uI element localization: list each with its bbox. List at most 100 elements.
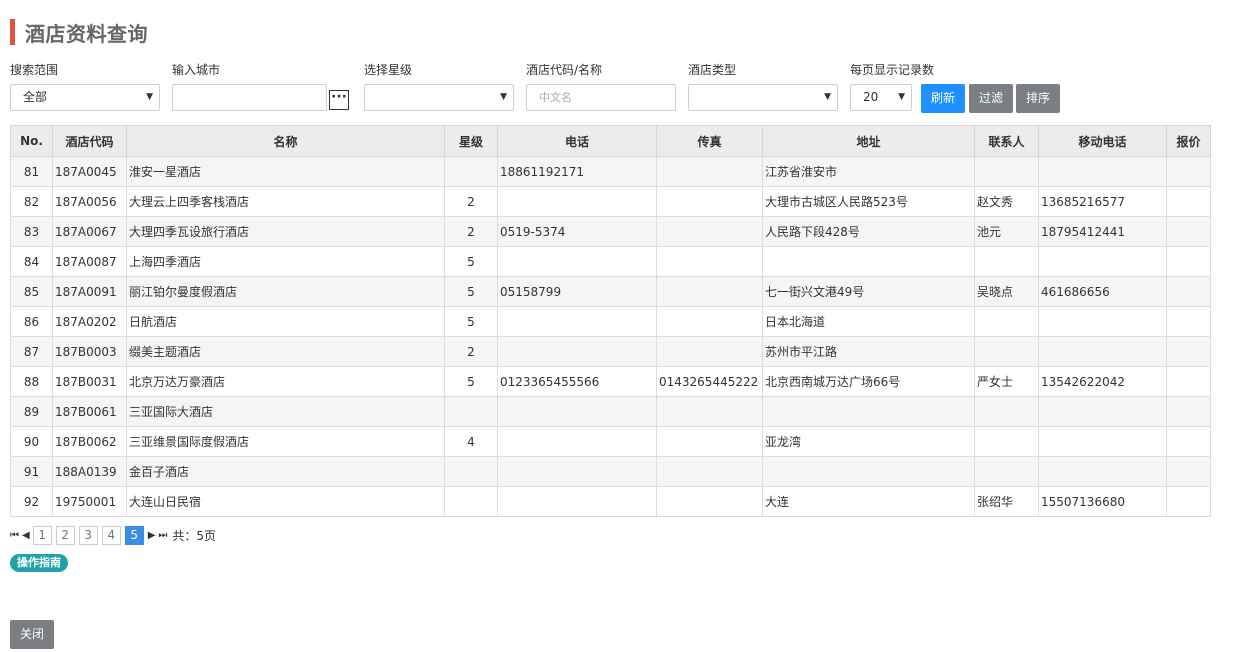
cell-contact: 池元 — [974, 216, 1039, 247]
cell-address — [762, 396, 975, 427]
type-select[interactable]: ▼ — [688, 84, 838, 111]
city-picker-button[interactable]: ··· — [329, 90, 349, 110]
page-link-5[interactable]: 5 — [124, 525, 144, 545]
chevron-down-icon: ▼ — [146, 92, 153, 102]
cell-address: 亚龙湾 — [762, 426, 975, 457]
cell-star: 2 — [444, 216, 498, 247]
column-header-contact[interactable]: 联系人 — [974, 125, 1039, 157]
refresh-button[interactable]: 刷新 — [921, 84, 965, 113]
column-header-no[interactable]: No. — [10, 125, 53, 157]
column-header-address[interactable]: 地址 — [762, 125, 975, 157]
cell-code: 187A0067 — [52, 216, 127, 247]
prev-page-icon[interactable]: ◀ — [22, 530, 30, 541]
cell-mobile: 461686656 — [1038, 276, 1167, 307]
cell-fax — [656, 276, 763, 307]
table-row[interactable]: 87 187B0003 缀美主题酒店 2 苏州市平江路 — [10, 336, 1211, 367]
cell-fax — [656, 336, 763, 367]
cell-star — [444, 486, 498, 517]
cell-phone — [497, 186, 657, 217]
page-total: 共：5页 — [172, 528, 217, 543]
page-link-1[interactable]: 1 — [32, 525, 52, 545]
page-link-3[interactable]: 3 — [78, 525, 98, 545]
first-page-icon[interactable]: ⏮ — [10, 530, 19, 541]
cell-phone: 0123365455566 — [497, 366, 657, 397]
cell-mobile — [1038, 306, 1167, 337]
cell-code: 187A0087 — [52, 246, 127, 277]
cell-phone — [497, 426, 657, 457]
city-filter: 输入城市 — [172, 61, 327, 111]
page-link-4[interactable]: 4 — [101, 525, 121, 545]
column-header-code[interactable]: 酒店代码 — [52, 125, 127, 157]
code-label: 酒店代码/名称 — [526, 63, 603, 77]
cell-address: 日本北海道 — [762, 306, 975, 337]
cell-fax — [656, 396, 763, 427]
cell-code: 187B0031 — [52, 366, 127, 397]
city-input[interactable] — [172, 84, 327, 111]
column-header-mobile[interactable]: 移动电话 — [1038, 125, 1167, 157]
table-row[interactable]: 86 187A0202 日航酒店 5 日本北海道 — [10, 306, 1211, 337]
column-header-name[interactable]: 名称 — [126, 125, 445, 157]
cell-mobile — [1038, 456, 1167, 487]
scope-select-value: 全部 — [23, 90, 48, 104]
cell-quote — [1166, 396, 1211, 427]
table-row[interactable]: 90 187B0062 三亚维景国际度假酒店 4 亚龙湾 — [10, 426, 1211, 457]
table-row[interactable]: 82 187A0056 大理云上四季客栈酒店 2 大理市古城区人民路523号 赵文秀 136… — [10, 186, 1211, 217]
filter-button[interactable]: 过滤 — [969, 84, 1013, 113]
cell-mobile: 18795412441 — [1038, 216, 1167, 247]
cell-star: 5 — [444, 366, 498, 397]
cell-phone — [497, 336, 657, 367]
next-page-icon[interactable]: ▶ — [148, 530, 156, 541]
column-header-phone[interactable]: 电话 — [497, 125, 657, 157]
hotel-table: No. 酒店代码 名称 星级 电话 传真 地址 联系人 移动电话 报价 81 18… — [10, 125, 1211, 517]
title-accent-bar — [10, 19, 15, 45]
cell-fax — [656, 246, 763, 277]
table-row[interactable]: 88 187B0031 北京万达万豪酒店 5 0123365455566 01432654… — [10, 366, 1211, 397]
close-button[interactable]: 关闭 — [10, 620, 54, 649]
filter-bar: 搜索范围 全部 ▼ 输入城市 ··· 选择星级 ▼ 酒店代码/名称 中文名 酒店… — [0, 61, 1248, 116]
guide-badge[interactable]: 操作指南 — [10, 554, 68, 572]
cell-mobile — [1038, 336, 1167, 367]
cell-contact — [974, 456, 1039, 487]
scope-label: 搜索范围 — [10, 63, 59, 77]
table-row[interactable]: 83 187A0067 大理四季瓦设旅行酒店 2 0519-5374 人民路下段428号池… — [10, 216, 1211, 247]
cell-fax — [656, 456, 763, 487]
column-header-star[interactable]: 星级 — [444, 125, 498, 157]
hotel-code-input[interactable]: 中文名 — [526, 84, 676, 111]
table-row[interactable]: 85 187A0091 丽江铂尔曼度假酒店 5 05158799 七一街兴文港49号 吴晓点… — [10, 276, 1211, 307]
cell-quote — [1166, 156, 1211, 187]
cell-code: 187A0056 — [52, 186, 127, 217]
hotel-code-placeholder: 中文名 — [539, 91, 572, 104]
cell-star — [444, 156, 498, 187]
cell-code: 187B0003 — [52, 336, 127, 367]
chevron-down-icon: ▼ — [824, 92, 831, 102]
star-select[interactable]: ▼ — [364, 84, 514, 111]
table-row[interactable]: 84 187A0087 上海四季酒店 5 — [10, 246, 1211, 277]
star-filter: 选择星级 ▼ — [364, 61, 514, 111]
cell-name: 日航酒店 — [126, 306, 445, 337]
cell-fax — [656, 486, 763, 517]
cell-quote — [1166, 486, 1211, 517]
page-size-select[interactable]: 20 ▼ — [850, 84, 912, 111]
cell-address: 大连 — [762, 486, 975, 517]
cell-contact — [974, 396, 1039, 427]
sort-button[interactable]: 排序 — [1016, 84, 1060, 113]
cell-star: 4 — [444, 426, 498, 457]
last-page-icon[interactable]: ⏭ — [158, 530, 167, 541]
table-row[interactable]: 92 19750001 大连山日民宿 大连 张绍华 15507136680 — [10, 486, 1211, 517]
cell-star — [444, 396, 498, 427]
pagination: ⏮ ◀ 1 2 3 4 5 ▶ ⏭ 共：5页 — [10, 525, 216, 545]
table-row[interactable]: 81 187A0045 淮安一星酒店 18861192171 江苏省淮安市 — [10, 156, 1211, 187]
cell-code: 187A0045 — [52, 156, 127, 187]
cell-fax: 0143265445222 — [656, 366, 763, 397]
page-link-2[interactable]: 2 — [55, 525, 75, 545]
scope-select[interactable]: 全部 ▼ — [10, 84, 160, 111]
cell-address: 七一街兴文港49号 — [762, 276, 975, 307]
column-header-quote[interactable]: 报价 — [1166, 125, 1211, 157]
column-header-fax[interactable]: 传真 — [656, 125, 763, 157]
cell-phone — [497, 306, 657, 337]
cell-star: 2 — [444, 336, 498, 367]
cell-mobile — [1038, 396, 1167, 427]
cell-name: 大理四季瓦设旅行酒店 — [126, 216, 445, 247]
table-row[interactable]: 91 188A0139 金百子酒店 — [10, 456, 1211, 487]
table-row[interactable]: 89 187B0061 三亚国际大酒店 — [10, 396, 1211, 427]
